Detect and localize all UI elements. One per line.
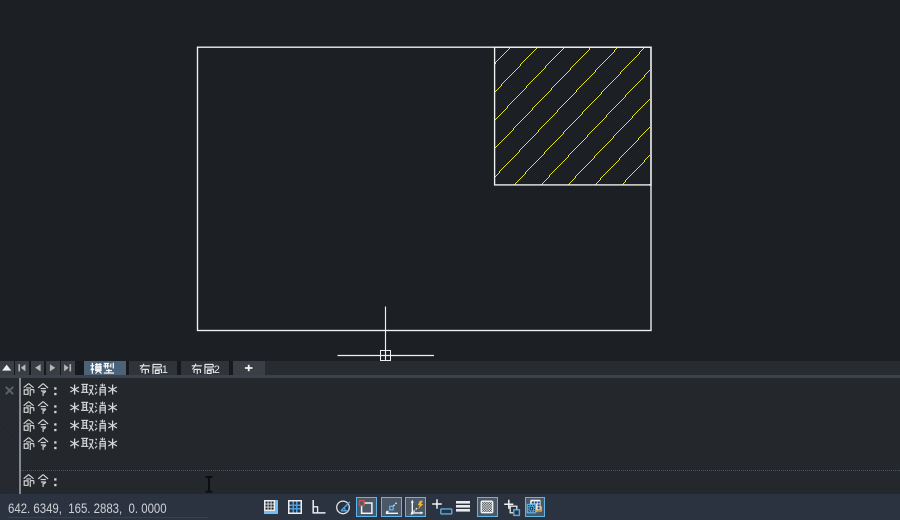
svg-text:2: 2	[214, 364, 220, 376]
svg-text:1: 1	[162, 364, 168, 376]
